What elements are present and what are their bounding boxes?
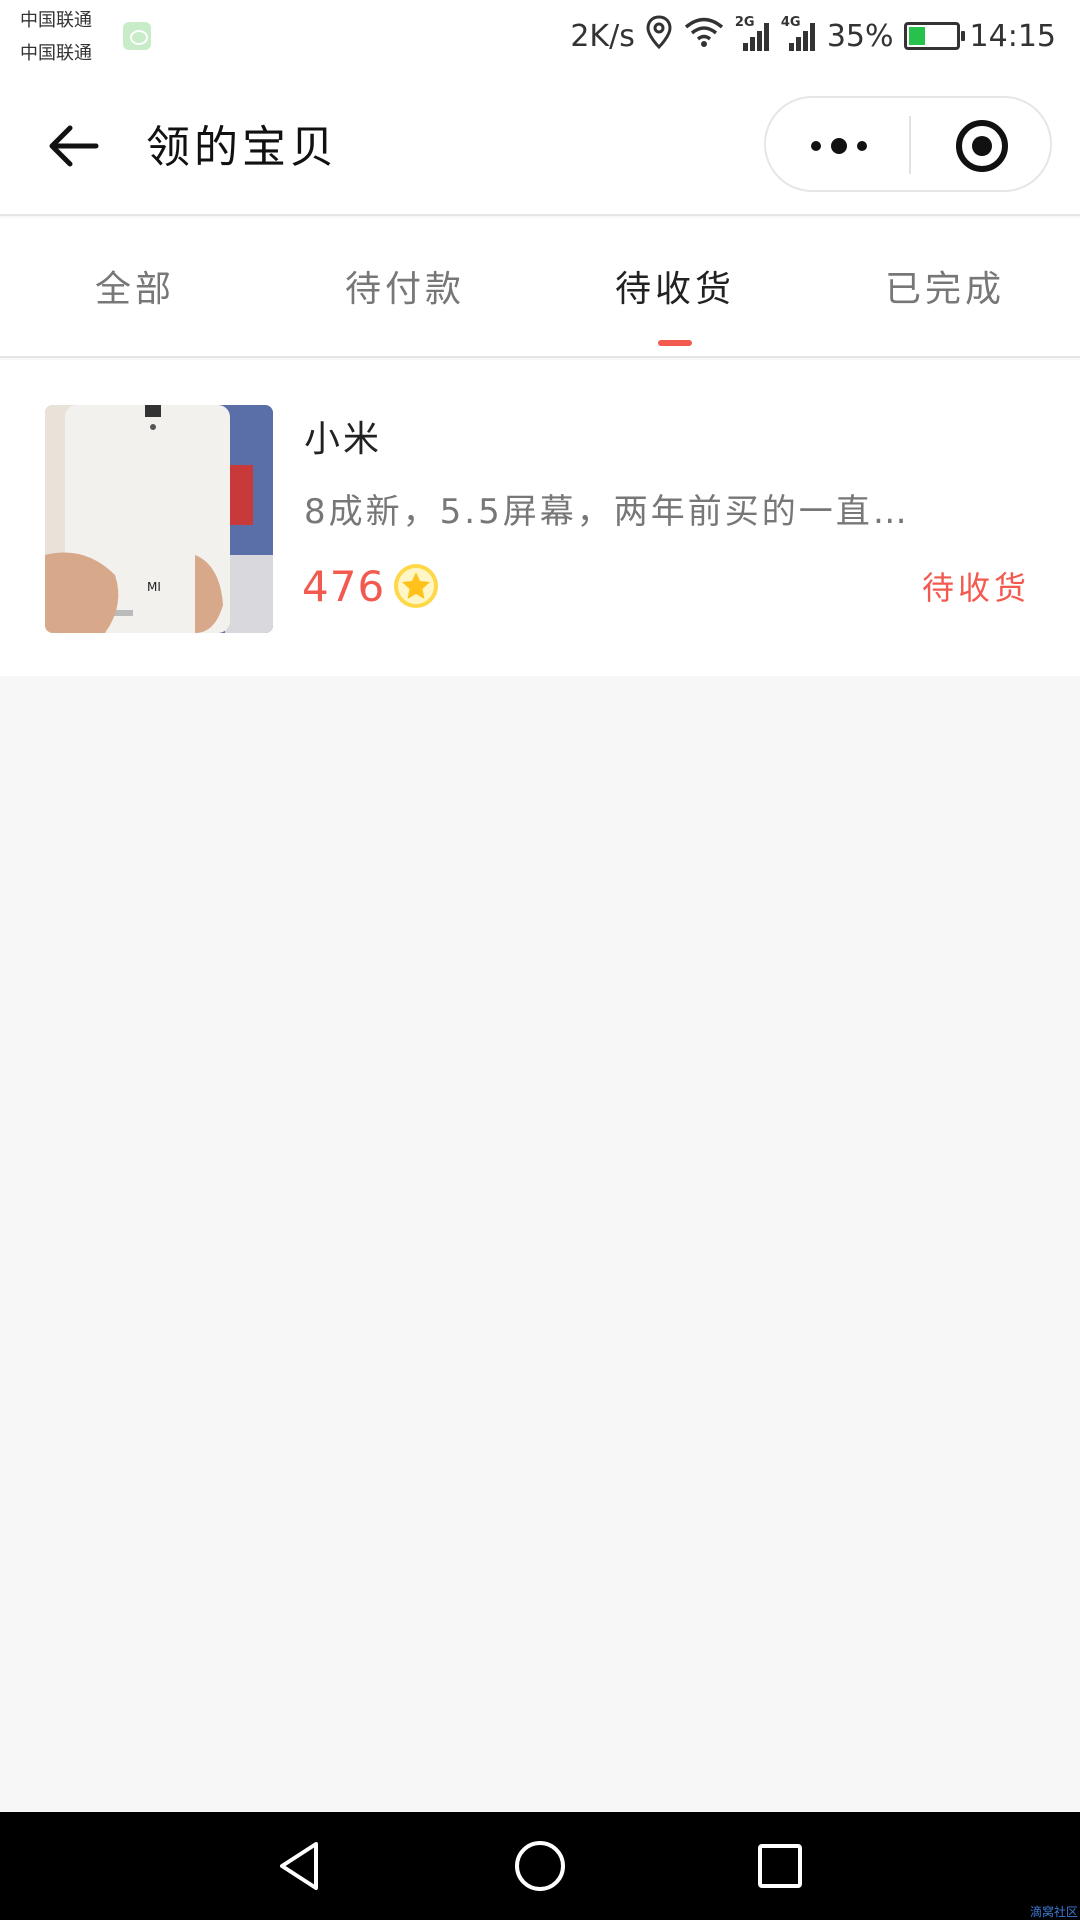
phone-photo-icon: MI <box>45 405 273 633</box>
tab-pending-receipt[interactable]: 待收货 <box>540 218 810 356</box>
miniprogram-capsule <box>764 96 1052 192</box>
system-recents-button[interactable] <box>752 1838 808 1894</box>
carrier-label: 中国联通 <box>20 43 92 64</box>
triangle-back-icon <box>280 1842 318 1890</box>
status-indicators: 2K/s 2G 4G 35% 14:15 <box>570 14 1056 58</box>
more-dots-icon <box>811 138 867 154</box>
tab-label: 待收货 <box>614 269 735 310</box>
order-list: MI 小米 8成新，5.5屏幕，两年前买的一直… 476 待收货 <box>0 360 1080 676</box>
order-tabs: 全部 待付款 待收货 已完成 <box>0 218 1080 358</box>
close-miniprogram-button[interactable] <box>954 118 1010 174</box>
tab-pending-payment[interactable]: 待付款 <box>270 218 540 356</box>
tab-all[interactable]: 全部 <box>0 218 270 356</box>
target-close-icon <box>956 120 1008 172</box>
order-status: 待收货 <box>921 569 1030 607</box>
price-row: 476 <box>302 558 439 614</box>
tab-label: 全部 <box>94 269 175 310</box>
coin-star-icon <box>394 564 439 608</box>
capsule-divider <box>909 116 911 174</box>
tab-completed[interactable]: 已完成 <box>810 218 1080 356</box>
list-item[interactable]: MI 小米 8成新，5.5屏幕，两年前买的一直… 476 待收货 <box>0 360 1080 676</box>
system-nav-bar: 滴窝社区 <box>0 1812 1080 1920</box>
nav-bar: 领的宝贝 <box>0 80 1080 216</box>
watermark: 滴窝社区 <box>1029 1905 1078 1919</box>
tab-label: 待付款 <box>344 269 465 310</box>
product-price: 476 <box>302 561 386 611</box>
signal-2g-icon: 2G <box>735 15 771 53</box>
active-tab-indicator <box>658 340 692 346</box>
screen: 中国联通 中国联通 2K/s 2G 4G 35% 14:15 领的宝贝 全部 待… <box>0 0 1080 1920</box>
carrier-label: 中国联通 <box>20 10 92 31</box>
circle-home-icon <box>515 1841 565 1891</box>
location-icon <box>645 15 673 57</box>
system-back-button[interactable] <box>272 1838 328 1894</box>
status-bar: 中国联通 中国联通 2K/s 2G 4G 35% 14:15 <box>0 0 1080 80</box>
network-speed: 2K/s <box>570 18 635 54</box>
back-button[interactable] <box>44 116 104 176</box>
system-home-button[interactable] <box>512 1838 568 1894</box>
square-recents-icon <box>758 1844 802 1888</box>
battery-icon <box>903 22 965 50</box>
battery-percent: 35% <box>826 18 894 54</box>
signal-4g-icon: 4G <box>781 15 817 53</box>
product-name: 小米 <box>304 419 383 460</box>
more-button[interactable] <box>804 128 874 164</box>
arrow-left-icon <box>49 125 99 167</box>
page-title: 领的宝贝 <box>146 122 338 173</box>
tab-label: 已完成 <box>884 269 1005 310</box>
product-thumbnail: MI <box>45 405 273 633</box>
wifi-icon <box>683 15 725 57</box>
battery-level <box>908 27 925 45</box>
wechat-notification-icon <box>123 22 151 50</box>
product-description: 8成新，5.5屏幕，两年前买的一直… <box>304 492 910 532</box>
clock: 14:15 <box>969 18 1056 54</box>
svg-text:MI: MI <box>147 580 161 594</box>
